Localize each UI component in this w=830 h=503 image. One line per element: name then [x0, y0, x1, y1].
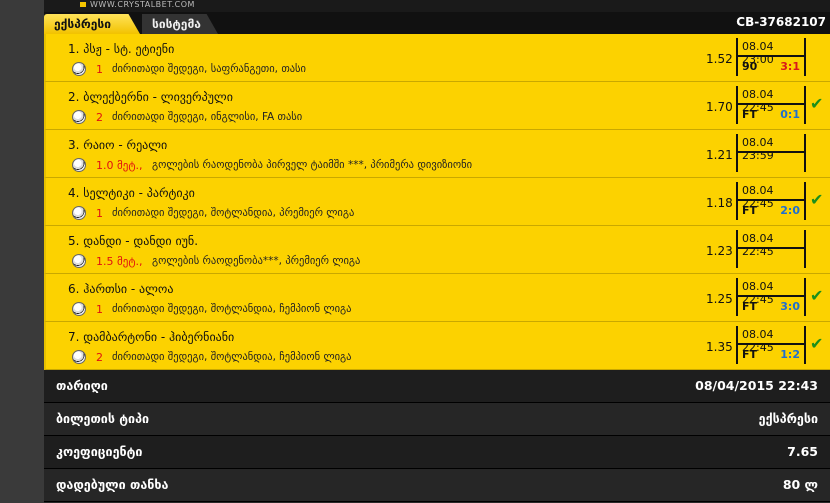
datebox-divider	[738, 247, 804, 249]
bet-row: 4. სელტიკი - პარტიკი 1 ძირითადი შედეგი, …	[44, 178, 830, 226]
bet-odd: 1.18	[706, 196, 733, 210]
datebox-divider	[738, 295, 804, 297]
match-status: 90	[742, 60, 758, 73]
match-score: 3:0	[780, 300, 800, 313]
bet-pick: 1	[96, 63, 103, 76]
match-date: 08.04 23:59	[742, 136, 774, 162]
bet-row: 6. ჰართსი - ალოა 1 ძირითადი შედეგი, შოტლ…	[44, 274, 830, 322]
check-icon: ✔	[810, 190, 824, 209]
bet-pick: 2	[96, 351, 103, 364]
datebox-divider	[738, 103, 804, 105]
summary-value: 08/04/2015 22:43	[695, 378, 818, 393]
match-title[interactable]: 5. დანდი - დანდი იუნ.	[68, 234, 198, 248]
tab-express[interactable]: ექსპრესი	[44, 14, 140, 34]
ticket-tabs: ექსპრესი სისტემა CB-37682107	[44, 12, 830, 34]
soccer-ball-icon	[72, 254, 86, 268]
bet-market: გოლების რაოდენობა პირველ ტაიმში ***, პრი…	[152, 159, 473, 171]
ticket-summary: თარიღი 08/04/2015 22:43 ბილეთის ტიპი ექს…	[44, 370, 830, 502]
match-datebox: 08.04 22:45 FT 3:0	[736, 278, 806, 316]
bet-market: ძირითადი შედეგი, შოტლანდია, ჩემპიონ ლიგა	[112, 351, 352, 363]
summary-label: თარიღი	[56, 378, 108, 393]
bet-pick: 2	[96, 111, 103, 124]
datebox-divider	[738, 199, 804, 201]
bet-odd: 1.70	[706, 100, 733, 114]
soccer-ball-icon	[72, 302, 86, 316]
summary-value: 80 ლ	[782, 477, 818, 492]
summary-label: დადებული თანხა	[56, 477, 169, 492]
match-datebox: 08.04 22:45 FT 1:2	[736, 326, 806, 364]
summary-row: კოეფიციენტი 7.65	[44, 436, 830, 469]
summary-row: თარიღი 08/04/2015 22:43	[44, 370, 830, 403]
soccer-ball-icon	[72, 206, 86, 220]
datebox-divider	[738, 55, 804, 57]
bet-row: 1. პსჟ - სტ. ეტიენი 1 ძირითადი შედეგი, ს…	[44, 34, 830, 82]
bet-row: 2. ბლექბერნი - ლივერპული 2 ძირითადი შედე…	[44, 82, 830, 130]
match-title[interactable]: 7. დამბარტონი - ჰიბერნიანი	[68, 330, 234, 344]
bet-market: ძირითადი შედეგი, საფრანგეთი, თასი	[112, 63, 306, 75]
site-logo[interactable]: WWW.CRYSTALBET.COM	[80, 0, 195, 9]
summary-label: კოეფიციენტი	[56, 444, 143, 459]
match-title[interactable]: 6. ჰართსი - ალოა	[68, 282, 173, 296]
match-score: 0:1	[780, 108, 800, 121]
summary-row: დადებული თანხა 80 ლ	[44, 469, 830, 502]
match-datebox: 08.04 22:45	[736, 230, 806, 268]
match-score: 3:1	[780, 60, 800, 73]
soccer-ball-icon	[72, 158, 86, 172]
bet-row: 3. რაიო - რეალი 1.0 მეტ., გოლების რაოდენ…	[44, 130, 830, 178]
summary-row: ბილეთის ტიპი ექსპრესი	[44, 403, 830, 436]
bet-market: ძირითადი შედეგი, ინგლისი, FA თასი	[112, 111, 303, 123]
check-icon: ✔	[810, 286, 824, 305]
soccer-ball-icon	[72, 350, 86, 364]
match-datebox: 08.04 22:45 FT 2:0	[736, 182, 806, 220]
datebox-divider	[738, 151, 804, 153]
left-sidebar-strip	[0, 0, 44, 503]
match-date: 08.04 22:45	[742, 232, 774, 258]
bet-market: გოლების რაოდენობა***, პრემიერ ლიგა	[152, 255, 361, 267]
match-status: FT	[742, 348, 758, 361]
bet-odd: 1.21	[706, 148, 733, 162]
bet-row: 5. დანდი - დანდი იუნ. 1.5 მეტ., გოლების …	[44, 226, 830, 274]
bet-pick: 1.0 მეტ.,	[96, 159, 143, 172]
bet-list: 1. პსჟ - სტ. ეტიენი 1 ძირითადი შედეგი, ს…	[44, 34, 830, 370]
match-title[interactable]: 4. სელტიკი - პარტიკი	[68, 186, 195, 200]
tab-system[interactable]: სისტემა	[142, 14, 218, 34]
match-status: FT	[742, 300, 758, 313]
bet-odd: 1.35	[706, 340, 733, 354]
match-status: FT	[742, 108, 758, 121]
match-datebox: 08.04 22:45 FT 0:1	[736, 86, 806, 124]
bet-odd: 1.52	[706, 52, 733, 66]
bet-pick: 1.5 მეტ.,	[96, 255, 143, 268]
bet-row: 7. დამბარტონი - ჰიბერნიანი 2 ძირითადი შე…	[44, 322, 830, 370]
match-title[interactable]: 2. ბლექბერნი - ლივერპული	[68, 90, 233, 104]
top-bar: WWW.CRYSTALBET.COM	[44, 0, 830, 12]
bet-odd: 1.23	[706, 244, 733, 258]
match-status: FT	[742, 204, 758, 217]
summary-label: ბილეთის ტიპი	[56, 411, 150, 426]
bet-market: ძირითადი შედეგი, შოტლანდია, პრემიერ ლიგა	[112, 207, 355, 219]
match-datebox: 08.04 23:00 90 3:1	[736, 38, 806, 76]
bet-odd: 1.25	[706, 292, 733, 306]
summary-value: ექსპრესი	[758, 411, 818, 426]
bet-pick: 1	[96, 207, 103, 220]
soccer-ball-icon	[72, 110, 86, 124]
match-title[interactable]: 1. პსჟ - სტ. ეტიენი	[68, 42, 174, 56]
datebox-divider	[738, 343, 804, 345]
bet-market: ძირითადი შედეგი, შოტლანდია, ჩემპიონ ლიგა	[112, 303, 352, 315]
summary-value: 7.65	[787, 444, 818, 459]
match-score: 2:0	[780, 204, 800, 217]
match-datebox: 08.04 23:59	[736, 134, 806, 172]
match-title[interactable]: 3. რაიო - რეალი	[68, 138, 167, 152]
check-icon: ✔	[810, 94, 824, 113]
check-icon: ✔	[810, 334, 824, 353]
ticket-id: CB-37682107	[736, 15, 826, 29]
bet-pick: 1	[96, 303, 103, 316]
match-score: 1:2	[780, 348, 800, 361]
soccer-ball-icon	[72, 62, 86, 76]
